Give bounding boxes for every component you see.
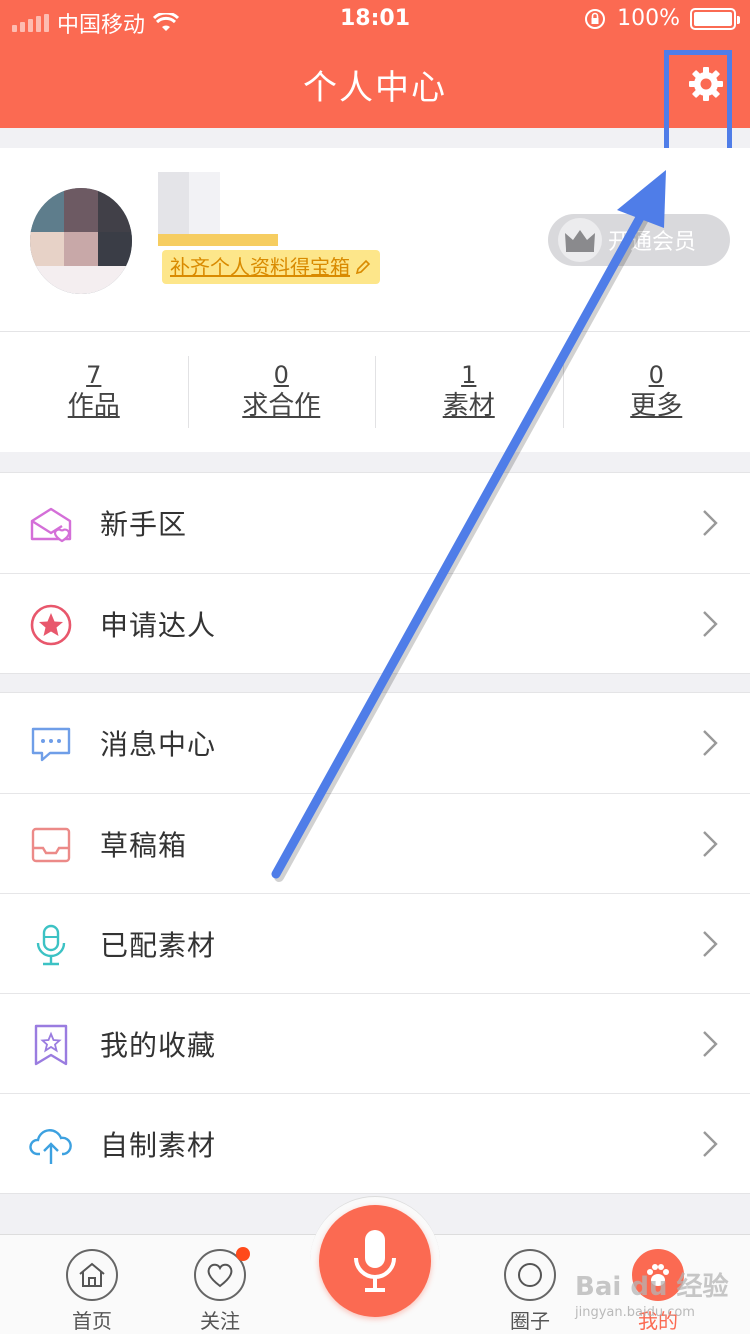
home-icon <box>66 1249 118 1301</box>
profile-card[interactable]: 补齐个人资料得宝箱 开通会员 <box>0 148 750 332</box>
microphone-icon <box>36 924 66 966</box>
chat-bubble-icon <box>31 727 71 762</box>
menu-item-apply-expert[interactable]: 申请达人 <box>0 573 750 673</box>
tab-label: 关注 <box>200 1309 240 1333</box>
watermark-sub: jingyan.baidu.com <box>575 1305 695 1320</box>
menu-item-label: 新手区 <box>100 508 188 541</box>
menu-item-dubbed-materials[interactable]: 已配素材 <box>0 893 750 993</box>
username-blurred <box>158 172 220 234</box>
chevron-right-icon <box>703 510 718 536</box>
menu-item-label: 消息中心 <box>100 728 217 761</box>
stat-label: 更多 <box>630 391 683 421</box>
watermark: Bai du 经验 jingyan.baidu.com <box>575 1266 729 1320</box>
stat-label: 作品 <box>67 391 120 421</box>
stat-works[interactable]: 7 作品 <box>0 332 188 452</box>
watermark-main: Bai du 经验 <box>575 1272 729 1302</box>
chevron-right-icon <box>703 931 718 957</box>
chevron-right-icon <box>703 611 718 637</box>
menu-item-label: 我的收藏 <box>100 1028 217 1062</box>
app-header: 中国移动 18:01 100% 个人中心 <box>0 0 750 128</box>
bookmark-star-icon <box>34 1024 68 1066</box>
menu-group-2: 消息中心 草稿箱 已配素材 我的收藏 自制素材 <box>0 692 750 1194</box>
tab-label: 首页 <box>72 1309 112 1333</box>
stat-value: 0 <box>273 361 289 389</box>
chevron-right-icon <box>703 1131 718 1157</box>
menu-item-favorites[interactable]: 我的收藏 <box>0 993 750 1093</box>
envelope-heart-icon <box>30 507 72 543</box>
menu-item-newbie[interactable]: 新手区 <box>0 473 750 573</box>
status-bar: 中国移动 18:01 100% <box>0 0 750 40</box>
avatar[interactable] <box>30 188 132 294</box>
vip-button[interactable]: 开通会员 <box>548 214 730 266</box>
menu-item-label: 已配素材 <box>100 928 217 962</box>
star-badge-icon <box>30 604 72 646</box>
record-button[interactable] <box>319 1205 431 1317</box>
stats-bar: 7 作品 0 求合作 1 素材 0 更多 <box>0 332 750 452</box>
menu-group-1: 新手区 申请达人 <box>0 472 750 674</box>
menu-item-label: 申请达人 <box>100 608 217 642</box>
stat-more[interactable]: 0 更多 <box>562 332 750 452</box>
tab-home[interactable]: 首页 <box>52 1249 132 1334</box>
battery-percent: 100% <box>617 6 680 31</box>
menu-item-label: 草稿箱 <box>100 828 188 862</box>
pencil-icon <box>355 259 371 275</box>
vip-label: 开通会员 <box>608 230 697 255</box>
chevron-right-icon <box>703 831 718 857</box>
annotation-highlight-box <box>664 50 732 156</box>
chevron-right-icon <box>703 1031 718 1057</box>
battery-icon <box>690 7 740 30</box>
username-underline <box>158 234 278 246</box>
notification-dot <box>236 1247 250 1261</box>
stat-value: 7 <box>86 361 102 389</box>
stat-label: 素材 <box>442 391 495 421</box>
menu-item-self-made-materials[interactable]: 自制素材 <box>0 1093 750 1193</box>
menu-item-drafts[interactable]: 草稿箱 <box>0 793 750 893</box>
chevron-right-icon <box>703 730 718 756</box>
complete-profile-label: 补齐个人资料得宝箱 <box>170 255 350 279</box>
cloud-upload-icon <box>29 1129 72 1164</box>
orientation-lock-icon <box>585 8 606 29</box>
stat-label: 求合作 <box>242 391 321 421</box>
stat-materials[interactable]: 1 素材 <box>375 332 563 452</box>
tab-circle[interactable]: 圈子 <box>490 1249 570 1334</box>
crown-icon <box>558 218 602 262</box>
circle-icon <box>504 1249 556 1301</box>
complete-profile-link[interactable]: 补齐个人资料得宝箱 <box>162 250 380 284</box>
menu-item-messages[interactable]: 消息中心 <box>0 693 750 793</box>
inbox-tray-icon <box>31 827 71 863</box>
tab-follow[interactable]: 关注 <box>180 1247 260 1334</box>
page-title: 个人中心 <box>303 68 447 108</box>
stat-value: 0 <box>648 361 664 389</box>
microphone-icon <box>354 1230 396 1292</box>
stat-collaboration[interactable]: 0 求合作 <box>187 332 376 452</box>
menu-item-label: 自制素材 <box>100 1128 217 1162</box>
stat-value: 1 <box>461 361 477 389</box>
status-right: 100% <box>583 6 740 31</box>
tab-label: 圈子 <box>510 1309 550 1333</box>
